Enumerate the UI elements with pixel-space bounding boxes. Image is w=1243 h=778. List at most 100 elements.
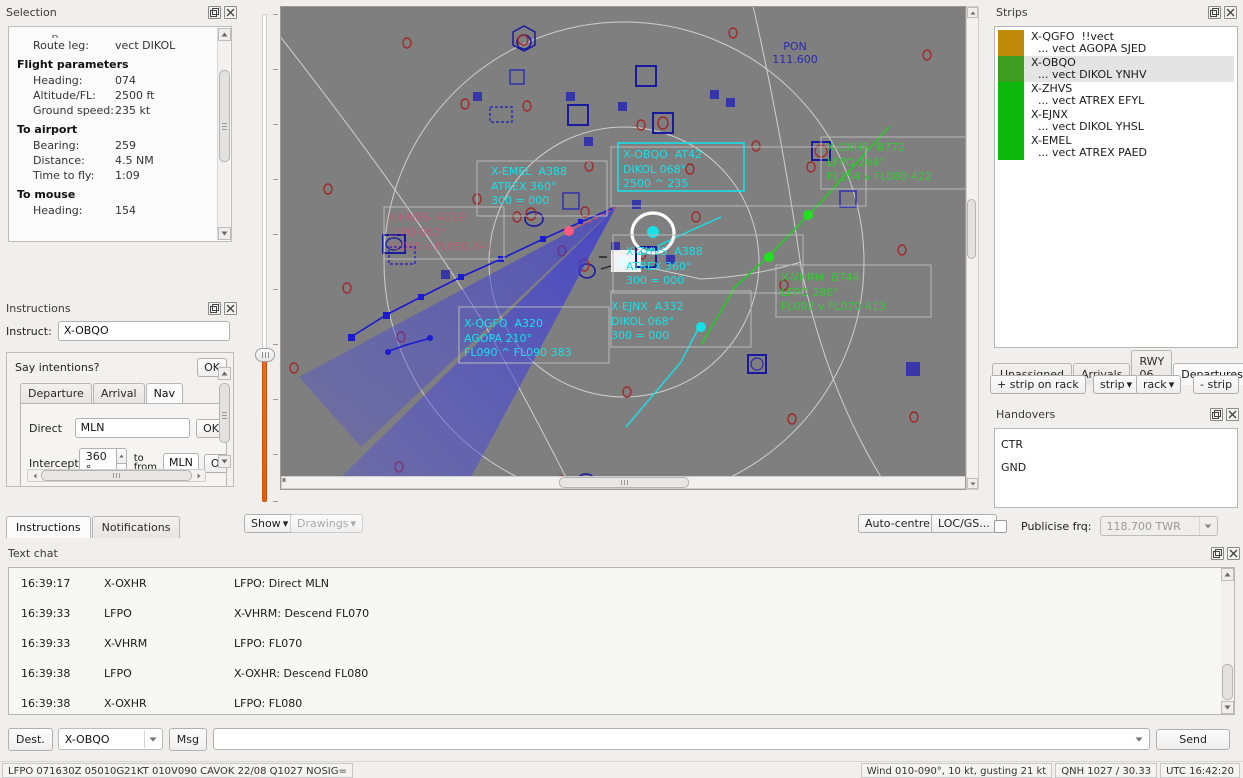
strips-panel: Strips X-QGFO !!vect ... vect AGOPA SJED… bbox=[990, 4, 1240, 374]
route-leg-row: Route leg: vect DIKOL bbox=[17, 38, 225, 53]
show-menu-button[interactable]: Show ▾ bbox=[244, 514, 296, 533]
remove-strip-button[interactable]: - strip bbox=[1193, 375, 1240, 394]
instruction-scroll-thumb[interactable] bbox=[41, 470, 192, 481]
selection-scroll-thumb[interactable] bbox=[219, 70, 230, 162]
radar-hscroll-thumb[interactable] bbox=[559, 477, 689, 488]
handover-item-ctr[interactable]: CTR bbox=[1001, 433, 1231, 456]
chevron-down-icon[interactable] bbox=[1198, 517, 1217, 535]
scroll-up-icon[interactable] bbox=[218, 367, 231, 380]
selection-vertical-scrollbar[interactable] bbox=[217, 28, 231, 240]
frequency-combobox[interactable]: 118.700 TWR bbox=[1099, 516, 1218, 536]
instruct-input[interactable]: X-OBQO bbox=[57, 321, 230, 341]
chat-scroll-thumb[interactable] bbox=[1222, 664, 1233, 700]
chevron-down-icon[interactable] bbox=[1129, 729, 1149, 749]
drawings-menu-button[interactable]: Drawings ▾ bbox=[290, 514, 364, 533]
float-panel-icon[interactable] bbox=[1208, 6, 1221, 19]
radar-vscroll-thumb[interactable] bbox=[967, 199, 976, 259]
loc-gs-button[interactable]: LOC/GS... bbox=[931, 514, 997, 533]
handovers-panel-title: Handovers bbox=[996, 408, 1056, 421]
radar-display[interactable]: PON 111.600 MLN 113.600 X-OBQO AT42 DIKO… bbox=[280, 6, 966, 490]
aircraft-label-x-obqo[interactable]: X-OBQO AT42 DIKOL 068° 2500 ^ 235 bbox=[623, 148, 702, 192]
distance-value: 4.5 NM bbox=[115, 154, 154, 167]
navaid-pon-freq: 111.600 bbox=[772, 53, 818, 66]
ground-speed-value: 235 kt bbox=[115, 104, 151, 117]
tab-departure[interactable]: Departure bbox=[20, 383, 92, 403]
close-panel-icon[interactable] bbox=[1227, 547, 1240, 560]
radar-zoom-slider[interactable] bbox=[252, 8, 278, 508]
scroll-down-icon[interactable] bbox=[1221, 701, 1234, 714]
tab-nav[interactable]: Nav bbox=[145, 383, 184, 403]
route-leg-value: vect DIKOL bbox=[115, 39, 176, 52]
strip-row-x-ejnx[interactable]: X-EJNX ... vect DIKOL YHSL bbox=[998, 108, 1234, 134]
aircraft-label-x-qgfo[interactable]: X-QGFO A320 AGOPA 210° FL090 ^ FL090 383 bbox=[464, 317, 572, 361]
to-airport-heading: To airport bbox=[17, 123, 78, 136]
strip-row-x-emel[interactable]: X-EMEL ... vect ATREX PAED bbox=[998, 134, 1234, 160]
close-panel-icon[interactable] bbox=[1224, 6, 1237, 19]
float-panel-icon[interactable] bbox=[208, 6, 221, 19]
msg-button[interactable]: Msg bbox=[168, 727, 207, 751]
label-line3: FL154 v FL080 422 bbox=[827, 170, 932, 183]
strip-row-x-zhvs[interactable]: X-ZHVS ... vect ATREX EFYL bbox=[998, 82, 1234, 108]
scroll-up-icon[interactable] bbox=[1221, 568, 1234, 581]
aircraft-label-x-emel[interactable]: X-EMEL A388 ATREX 360° 300 = 000 bbox=[491, 165, 567, 209]
chat-message-list[interactable]: 16:39:17 X-OXHR LFPO: Direct MLN 16:39:3… bbox=[8, 567, 1235, 715]
chevron-down-icon: ▾ bbox=[1168, 378, 1175, 391]
radar-horizontal-scrollbar[interactable] bbox=[281, 476, 965, 489]
handovers-list[interactable]: CTR GND bbox=[994, 428, 1238, 508]
scroll-down-icon[interactable] bbox=[967, 478, 978, 489]
label-line3: 2500 ^ 235 bbox=[623, 177, 689, 190]
aircraft-label-x-oxhr[interactable]: X-OXHR B772 LFPO 264° FL154 v FL080 422 bbox=[827, 141, 932, 185]
float-panel-icon[interactable] bbox=[1210, 408, 1223, 421]
scroll-down-icon[interactable] bbox=[218, 227, 231, 240]
dest-button[interactable]: Dest. bbox=[8, 727, 53, 751]
scroll-right-icon[interactable] bbox=[192, 470, 205, 481]
send-button[interactable]: Send bbox=[1156, 728, 1230, 750]
tab-notifications[interactable]: Notifications bbox=[91, 516, 181, 538]
aircraft-label-x-vhrm[interactable]: X-VHRM B744 LFPO 286° FL092 v FL070 413 bbox=[781, 271, 886, 315]
scroll-down-icon[interactable] bbox=[218, 455, 231, 468]
strips-list[interactable]: X-QGFO !!vect ... vect AGOPA SJED X-OBQO… bbox=[994, 26, 1238, 348]
chat-sender: X-OXHR bbox=[104, 576, 147, 590]
handover-item-gnd[interactable]: GND bbox=[1001, 456, 1231, 479]
chat-message: LFPO: Direct MLN bbox=[234, 576, 330, 590]
close-panel-icon[interactable] bbox=[1226, 408, 1239, 421]
aircraft-label-x-ejnx[interactable]: X-EJNX A332 DIKOL 068° 300 = 000 bbox=[611, 300, 683, 344]
publicise-frequency-row: Publicise frq: 118.700 TWR bbox=[994, 516, 1238, 536]
close-panel-icon[interactable] bbox=[224, 6, 237, 19]
stepper-up-icon[interactable] bbox=[115, 448, 127, 463]
publicise-frequency-checkbox[interactable] bbox=[994, 519, 1007, 533]
handovers-panel-titlebar: Handovers bbox=[990, 406, 1242, 423]
instruction-vertical-scrollbar[interactable] bbox=[218, 367, 231, 468]
add-strip-on-rack-button[interactable]: + strip on rack bbox=[990, 375, 1086, 394]
auto-centre-button[interactable]: Auto-centre bbox=[858, 514, 937, 533]
aircraft-label-x-zhvs[interactable]: X-ZHVS A388 ATREX 360° 300 = 000 bbox=[626, 245, 703, 289]
zoom-slider-ticks bbox=[272, 14, 278, 502]
float-panel-icon[interactable] bbox=[208, 302, 221, 315]
rack-menu-button[interactable]: rack ▾ bbox=[1136, 375, 1182, 394]
direct-input[interactable]: MLN bbox=[74, 418, 191, 438]
zoom-slider-handle[interactable] bbox=[255, 348, 275, 362]
scroll-up-icon[interactable] bbox=[218, 28, 231, 41]
scroll-left-icon[interactable] bbox=[28, 470, 41, 481]
float-panel-icon[interactable] bbox=[1211, 547, 1224, 560]
close-panel-icon[interactable] bbox=[224, 302, 237, 315]
strip-color-swatch bbox=[998, 82, 1024, 108]
chat-message-input[interactable] bbox=[213, 728, 1151, 750]
radar-vertical-scrollbar[interactable] bbox=[966, 6, 979, 490]
strip-menu-button[interactable]: strip ▾ bbox=[1093, 375, 1140, 394]
scroll-up-icon[interactable] bbox=[967, 7, 978, 18]
selection-panel-title: Selection bbox=[6, 6, 57, 19]
tab-arrival[interactable]: Arrival bbox=[92, 383, 145, 403]
strip-row-x-qgfo[interactable]: X-QGFO !!vect ... vect AGOPA SJED bbox=[998, 30, 1234, 56]
strip-row-x-obqo[interactable]: X-OBQO ... vect DIKOL YNHV bbox=[998, 56, 1234, 82]
instruction-horizontal-scrollbar[interactable] bbox=[27, 469, 206, 482]
left-dock-tabs: Instructions Notifications bbox=[6, 516, 181, 538]
chat-row: 16:39:33 LFPO X-VHRM: Descend FL070 bbox=[9, 598, 1234, 628]
aircraft-label-x-hnbs[interactable]: X-HNBS A319 LFPO 062° FL065 v FL050 341 bbox=[388, 211, 493, 255]
tab-instructions[interactable]: Instructions bbox=[6, 516, 91, 538]
intercept-label: Intercept bbox=[29, 456, 79, 470]
chevron-down-icon[interactable] bbox=[143, 730, 162, 748]
nav-tab-panel: Direct MLN OK Intercept 360 ° bbox=[20, 403, 227, 486]
dest-combobox[interactable]: X-OBQO bbox=[57, 728, 163, 750]
chat-vertical-scrollbar[interactable] bbox=[1221, 568, 1234, 714]
